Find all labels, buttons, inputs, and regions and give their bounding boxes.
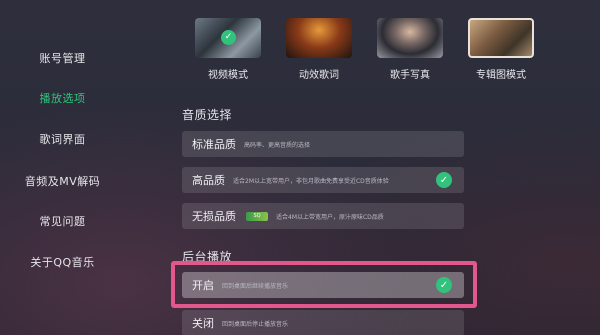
option-name: 标准品质	[192, 138, 236, 151]
option-description: 回到桌面后停止播放音乐	[222, 320, 289, 328]
quality-option-high[interactable]: 高品质 适合2M以上宽带用户，非包月歌曲免费享受近CD音质体验 ✓	[182, 167, 464, 193]
quality-option-lossless[interactable]: 无损品质 SQ 适合4M以上带宽用户，原汁原味CD品质	[182, 203, 464, 229]
sidebar-item-faq[interactable]: 常见问题	[0, 213, 125, 229]
mode-animated-lyrics[interactable]: 动效歌词	[286, 18, 352, 81]
mode-album-art[interactable]: 专辑图模式	[468, 18, 534, 81]
background-play-option-off[interactable]: 关闭 回到桌面后停止播放音乐	[182, 310, 464, 335]
option-name: 高品质	[192, 174, 225, 187]
mode-artist-photo[interactable]: 歌手写真	[377, 18, 443, 81]
option-description: 适合4M以上带宽用户，原汁原味CD品质	[276, 213, 384, 221]
mode-label: 动效歌词	[299, 70, 339, 81]
check-icon: ✓	[221, 30, 236, 45]
background-play-option-on[interactable]: 开启 回到桌面后继续播放音乐 ✓	[182, 272, 464, 298]
artist-photo-thumbnail	[377, 18, 443, 58]
album-art-thumbnail	[468, 18, 534, 58]
animated-lyrics-thumbnail	[286, 18, 352, 58]
sq-badge-icon: SQ	[246, 211, 268, 221]
option-description: 高码率、更高音质的选择	[244, 141, 311, 149]
sidebar-item-about[interactable]: 关于QQ音乐	[0, 254, 125, 270]
mode-label: 歌手写真	[390, 70, 430, 81]
check-icon: ✓	[436, 277, 452, 293]
check-icon: ✓	[436, 172, 452, 188]
background-play-section-title: 后台播放	[182, 250, 233, 264]
video-mode-thumbnail: ✓	[195, 18, 261, 58]
option-name: 开启	[192, 279, 214, 292]
quality-section-title: 音质选择	[182, 108, 233, 122]
sidebar-item-decoding[interactable]: 音频及MV解码	[0, 173, 125, 189]
option-description: 适合2M以上宽带用户，非包月歌曲免费享受近CD音质体验	[233, 177, 389, 185]
sidebar-item-account[interactable]: 账号管理	[0, 50, 125, 66]
option-name: 无损品质	[192, 210, 236, 223]
mode-label: 专辑图模式	[476, 70, 526, 81]
quality-option-standard[interactable]: 标准品质 高码率、更高音质的选择	[182, 131, 464, 157]
mode-label: 视频模式	[208, 70, 248, 81]
option-name: 关闭	[192, 317, 214, 330]
display-mode-list: ✓ 视频模式 动效歌词 歌手写真 专辑图模式	[190, 18, 534, 81]
mode-video[interactable]: ✓ 视频模式	[195, 18, 261, 81]
settings-sidebar: 账号管理 播放选项 歌词界面 音频及MV解码 常见问题 关于QQ音乐	[0, 0, 125, 335]
sidebar-item-lyrics[interactable]: 歌词界面	[0, 131, 125, 147]
option-description: 回到桌面后继续播放音乐	[222, 282, 289, 290]
sidebar-item-playback[interactable]: 播放选项	[0, 90, 125, 106]
